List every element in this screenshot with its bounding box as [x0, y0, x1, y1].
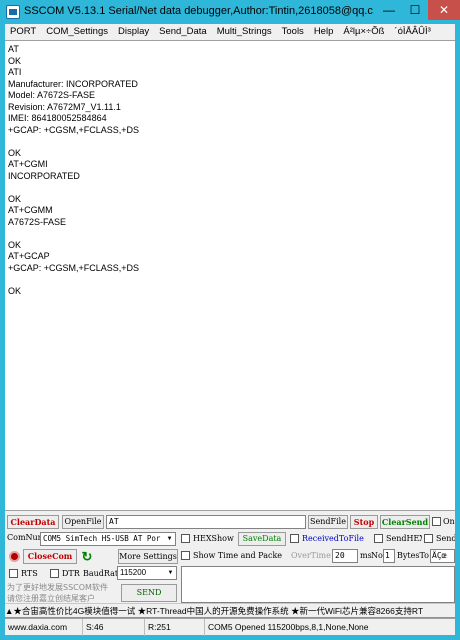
com-port-value: COM5 SimTech HS-USB AT Por: [43, 534, 161, 543]
chevron-down-icon: ▼: [167, 570, 174, 576]
on-top-checkbox[interactable]: [432, 517, 441, 526]
send-text-area[interactable]: [181, 566, 455, 603]
baud-rate-label: BaudRat: [83, 569, 119, 578]
terminal-line: Manufacturer: INCORPORATED: [8, 78, 138, 89]
terminal-line: AT+GCAP: [8, 251, 50, 261]
terminal-line: A7672S-FASE: [8, 216, 67, 227]
receive-area[interactable]: AT OK ATI Manufacturer: INCORPORATED Model: …: [5, 40, 455, 510]
terminal-line: +GCAP: +CGSM,+FCLASS,+DS: [8, 262, 140, 273]
minimize-button[interactable]: —: [376, 0, 402, 20]
on-top-label: On: [443, 517, 455, 526]
file-path-input[interactable]: AT: [106, 515, 306, 529]
title-bar[interactable]: SSCOM V5.13.1 Serial/Net data debugger,A…: [0, 0, 460, 24]
terminal-line: Model: A7672S-FASE: [8, 90, 96, 100]
sent-count: S:46: [83, 619, 145, 636]
menu-display[interactable]: Display: [113, 24, 154, 40]
menu-com-settings[interactable]: COM_Settings: [41, 24, 113, 40]
send-hex-label: SendHEX: [386, 534, 422, 543]
menu-bar: PORT COM_Settings Display Send_Data Mult…: [5, 24, 455, 40]
terminal-line: OK: [8, 55, 22, 66]
window-title: SSCOM V5.13.1 Serial/Net data debugger,A…: [24, 5, 374, 17]
send-every-checkbox[interactable]: [424, 534, 433, 543]
terminal-line: IMEI: 864180052584864: [8, 113, 107, 123]
dtr-checkbox[interactable]: [50, 569, 59, 578]
menu-port[interactable]: PORT: [5, 24, 41, 40]
baud-rate-select[interactable]: 115200 ▼: [117, 566, 177, 580]
terminal-line: Revision: A7672M7_V1.11.1: [8, 101, 121, 112]
dtr-label: DTR: [62, 569, 80, 578]
close-button[interactable]: ✕: [428, 0, 460, 20]
terminal-line: AT: [8, 44, 19, 54]
send-every-label: SendE: [436, 534, 455, 543]
send-file-button[interactable]: SendFile: [308, 515, 348, 529]
terminal-line: INCORPORATED: [8, 170, 80, 181]
app-icon: [6, 5, 20, 19]
terminal-line: OK: [8, 147, 22, 158]
port-status: COM5 Opened 115200bps,8,1,None,None: [208, 622, 369, 632]
received-to-file-checkbox[interactable]: [290, 534, 299, 543]
terminal-line: ATI: [8, 67, 22, 77]
clear-send-button[interactable]: ClearSend: [380, 515, 430, 529]
terminal-line: +GCAP: +CGSM,+FCLASS,+DS: [8, 124, 140, 135]
hex-show-checkbox[interactable]: [181, 534, 190, 543]
terminal-line: AT+CGMI: [8, 159, 48, 169]
website-link[interactable]: www.daxia.com: [5, 619, 83, 636]
com-num-label: ComNum: [7, 533, 41, 542]
bytes-to-label: BytesTo: [397, 551, 429, 560]
save-data-button[interactable]: SaveData: [238, 532, 286, 546]
show-time-label: Show Time and Packe: [193, 551, 283, 560]
stop-button[interactable]: Stop: [350, 515, 378, 529]
send-hex-checkbox[interactable]: [374, 534, 383, 543]
menu-send-data[interactable]: Send_Data: [154, 24, 212, 40]
terminal-line: AT+CGMM: [8, 205, 53, 215]
open-file-button[interactable]: OpenFile: [62, 515, 104, 529]
overtime-input[interactable]: 20: [332, 549, 358, 563]
bytes-to-select[interactable]: ÄÇœ: [430, 549, 455, 563]
terminal-line: OK: [8, 239, 22, 250]
menu-help[interactable]: Help: [309, 24, 339, 40]
rts-label: RTS: [21, 569, 38, 578]
send-button[interactable]: SEND: [121, 584, 177, 602]
menu-forum[interactable]: ´óÌÅÂÛÌ³: [389, 24, 435, 40]
baud-rate-value: 115200: [120, 568, 147, 577]
status-bar: www.daxia.com S:46 R:251 COM5 Opened 115…: [5, 618, 455, 636]
news-ticker[interactable]: ▲★合宙高性价比4G模块值得一试 ★RT-Thread中国人的开源免费操作系统 …: [5, 603, 455, 617]
close-com-button[interactable]: CloseCom: [23, 549, 77, 564]
port-status-indicator-icon: [9, 551, 20, 562]
received-count: R:251: [145, 619, 205, 636]
show-time-checkbox[interactable]: [181, 551, 190, 560]
overtime-label: OverTime: [291, 551, 331, 560]
hex-show-label: HEXShow: [193, 534, 234, 543]
no-label: No: [371, 551, 383, 560]
more-settings-button[interactable]: More Settings: [118, 549, 178, 564]
terminal-line: OK: [8, 285, 22, 296]
maximize-button[interactable]: ☐: [402, 0, 428, 20]
menu-tools[interactable]: Tools: [277, 24, 309, 40]
terminal-line: OK: [8, 193, 22, 204]
menu-multi-strings[interactable]: Multi_Strings: [212, 24, 277, 40]
refresh-icon[interactable]: ↻: [80, 550, 94, 564]
clear-data-button[interactable]: ClearData: [7, 515, 59, 529]
rts-checkbox[interactable]: [9, 569, 18, 578]
control-panel: ClearData OpenFile AT SendFile Stop Clea…: [5, 510, 455, 617]
app-window: SSCOM V5.13.1 Serial/Net data debugger,A…: [0, 0, 460, 640]
com-port-select[interactable]: COM5 SimTech HS-USB AT Por ▼: [40, 532, 176, 546]
chevron-down-icon: ▼: [167, 535, 172, 542]
no-input[interactable]: 1: [383, 549, 395, 563]
received-to-file-label: ReceivedToFile: [302, 534, 364, 543]
menu-author[interactable]: Á²lµ×÷Õß: [338, 24, 389, 40]
